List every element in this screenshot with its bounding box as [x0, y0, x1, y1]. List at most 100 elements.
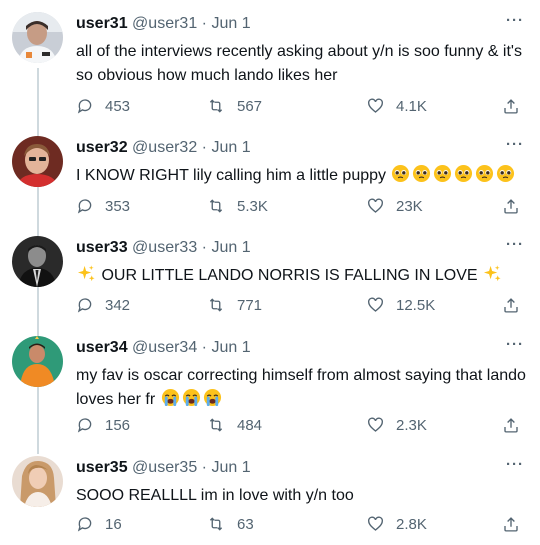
pleading-face-icon — [454, 164, 473, 183]
pleading-face-icon — [412, 164, 431, 183]
reply-button[interactable]: 342 — [76, 294, 130, 316]
handle[interactable]: @user35 — [132, 459, 197, 476]
retweet-icon — [209, 418, 223, 432]
share-button[interactable] — [502, 294, 531, 316]
reply-button[interactable]: 453 — [76, 95, 130, 117]
separator: · — [201, 139, 207, 156]
tweet-5[interactable]: user35 @user35 · Jun 1 ··· SOOO REALLLL … — [0, 444, 540, 545]
action-bar: 16 63 2.8K — [76, 513, 526, 535]
reply-icon — [77, 517, 92, 532]
reply-button[interactable]: 16 — [76, 513, 122, 535]
heart-icon — [368, 98, 383, 113]
date[interactable]: Jun 1 — [211, 139, 250, 156]
share-icon — [504, 516, 518, 532]
retweet-button[interactable]: 5.3K — [206, 195, 268, 217]
pleading-face-icon — [391, 164, 410, 183]
more-icon[interactable]: ··· — [506, 236, 524, 253]
share-button[interactable] — [502, 513, 531, 535]
avatar[interactable] — [12, 12, 63, 63]
retweet-count: 5.3K — [237, 197, 268, 215]
retweet-count: 771 — [237, 296, 263, 314]
more-icon[interactable]: ··· — [506, 12, 524, 29]
like-button[interactable]: 4.1K — [366, 95, 427, 117]
retweet-button[interactable]: 484 — [206, 414, 262, 436]
reply-icon — [77, 298, 92, 313]
share-button[interactable] — [502, 95, 531, 117]
handle[interactable]: @user31 — [132, 15, 197, 32]
retweet-button[interactable]: 771 — [206, 294, 262, 316]
username[interactable]: user32 — [76, 139, 128, 156]
reply-icon — [77, 99, 92, 114]
username[interactable]: user33 — [76, 239, 128, 256]
tweet-3[interactable]: user33 @user33 · Jun 1 ··· OUR LITTLE LA… — [0, 224, 540, 324]
reply-count: 353 — [105, 197, 131, 215]
tweet-text-content: OUR LITTLE LANDO NORRIS IS FALLING IN LO… — [101, 267, 478, 284]
reply-count: 342 — [105, 296, 131, 314]
avatar[interactable] — [12, 236, 63, 287]
separator: · — [201, 239, 207, 256]
reply-count: 16 — [105, 515, 122, 533]
like-button[interactable]: 23K — [366, 195, 423, 217]
date[interactable]: Jun 1 — [211, 239, 250, 256]
reply-button[interactable]: 353 — [76, 195, 130, 217]
retweet-button[interactable]: 567 — [206, 95, 262, 117]
action-bar: 353 5.3K 23K — [76, 195, 526, 217]
tweet-text: my fav is oscar correcting himself from … — [76, 364, 526, 412]
username[interactable]: user35 — [76, 459, 128, 476]
pleading-face-icon — [433, 164, 452, 183]
more-icon[interactable]: ··· — [506, 336, 524, 353]
loudly-crying-face-icon — [182, 388, 201, 407]
like-button[interactable]: 12.5K — [366, 294, 435, 316]
sparkles-icon — [483, 264, 502, 283]
share-icon — [504, 198, 518, 214]
handle[interactable]: @user33 — [132, 239, 197, 256]
retweet-icon — [209, 517, 223, 531]
more-icon[interactable]: ··· — [506, 456, 524, 473]
like-button[interactable]: 2.8K — [366, 513, 427, 535]
avatar[interactable] — [12, 136, 63, 187]
tweet-4[interactable]: user34 @user34 · Jun 1 ··· my fav is osc… — [0, 324, 540, 444]
reply-count: 453 — [105, 97, 131, 115]
username[interactable]: user34 — [76, 339, 128, 356]
heart-icon — [368, 516, 383, 531]
tweet-header: user34 @user34 · Jun 1 — [76, 338, 251, 358]
like-button[interactable]: 2.3K — [366, 414, 427, 436]
tweet-header: user35 @user35 · Jun 1 — [76, 458, 251, 478]
retweet-count: 567 — [237, 97, 263, 115]
heart-icon — [368, 297, 383, 312]
tweet-text: I KNOW RIGHT lily calling him a little p… — [76, 164, 526, 188]
username[interactable]: user31 — [76, 15, 128, 32]
action-bar: 453 567 4.1K — [76, 95, 526, 117]
share-button[interactable] — [502, 414, 531, 436]
handle[interactable]: @user34 — [132, 339, 197, 356]
retweet-count: 484 — [237, 416, 263, 434]
share-button[interactable] — [502, 195, 531, 217]
pleading-face-icon — [496, 164, 515, 183]
date[interactable]: Jun 1 — [211, 15, 250, 32]
reply-button[interactable]: 156 — [76, 414, 130, 436]
loudly-crying-face-icon — [161, 388, 180, 407]
tweet-text: all of the interviews recently asking ab… — [76, 40, 526, 88]
retweet-icon — [209, 99, 223, 113]
share-icon — [504, 297, 518, 313]
reply-icon — [77, 418, 92, 433]
date[interactable]: Jun 1 — [211, 459, 250, 476]
more-icon[interactable]: ··· — [506, 136, 524, 153]
handle[interactable]: @user32 — [132, 139, 197, 156]
separator: · — [201, 459, 207, 476]
avatar[interactable] — [12, 336, 63, 387]
retweet-icon — [209, 298, 223, 312]
action-bar: 342 771 12.5K — [76, 294, 526, 316]
like-count: 2.8K — [396, 515, 427, 533]
tweet-1[interactable]: user31 @user31 · Jun 1 ··· all of the in… — [0, 0, 540, 124]
like-count: 4.1K — [396, 97, 427, 115]
avatar[interactable] — [12, 456, 63, 507]
like-count: 12.5K — [396, 296, 436, 314]
date[interactable]: Jun 1 — [211, 339, 250, 356]
heart-icon — [368, 198, 383, 213]
reply-count: 156 — [105, 416, 131, 434]
tweet-header: user32 @user32 · Jun 1 — [76, 138, 251, 158]
tweet-2[interactable]: user32 @user32 · Jun 1 ··· I KNOW RIGHT … — [0, 124, 540, 224]
tweet-text-content: I KNOW RIGHT lily calling him a little p… — [76, 167, 387, 184]
retweet-button[interactable]: 63 — [206, 513, 254, 535]
